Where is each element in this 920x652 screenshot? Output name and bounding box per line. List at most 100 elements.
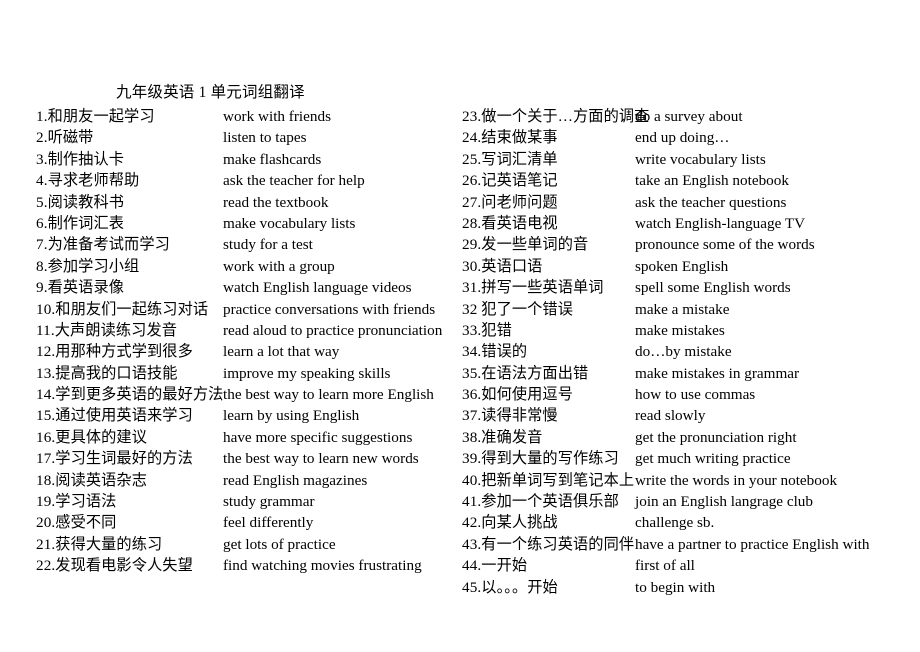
term-english: work with a group	[223, 257, 335, 275]
vocabulary-row: 24.结束做某事 end up doing…	[462, 127, 907, 148]
term-chinese: 1.和朋友一起学习	[36, 108, 155, 125]
document-page: 九年级英语 1 单元词组翻译 1.和朋友一起学习 work with friend…	[0, 0, 920, 652]
vocabulary-row: 14.学到更多英语的最好方法 the best way to learn more…	[36, 384, 451, 405]
term-chinese: 35.在语法方面出错	[462, 364, 589, 382]
vocabulary-row: 22.发现看电影令人失望 find watching movies frustra…	[36, 555, 451, 576]
term-chinese: 44.一开始	[462, 557, 528, 575]
term-chinese: 10.和朋友们一起练习对话	[36, 300, 209, 318]
term-chinese: 31.拼写一些英语单词	[462, 279, 604, 297]
vocabulary-row: 38.准确发音 get the pronunciation right	[462, 427, 907, 448]
vocabulary-row: 41.参加一个英语俱乐部 join an English langrage clu…	[462, 491, 907, 512]
term-chinese: 38.准确发音	[462, 428, 543, 446]
vocabulary-row: 1.和朋友一起学习 work with friends	[36, 106, 451, 127]
term-english: feel differently	[223, 514, 314, 532]
vocabulary-row: 43.有一个练习英语的同伴 have a partner to practice …	[462, 534, 907, 555]
term-english: get much writing practice	[635, 450, 791, 468]
vocabulary-row: 25.写词汇清单 write vocabulary lists	[462, 149, 907, 170]
term-chinese: 43.有一个练习英语的同伴	[462, 535, 635, 553]
term-chinese: 45.以。。。开始	[462, 578, 558, 596]
term-chinese: 36.如何使用逗号	[462, 386, 574, 404]
term-english: read English magazines	[223, 471, 368, 489]
term-english: spoken English	[635, 257, 729, 275]
term-chinese: 33.犯错	[462, 321, 512, 339]
term-chinese: 26.记英语笔记	[462, 172, 558, 190]
vocabulary-row: 29.发一些单词的音 pronounce some of the words	[462, 234, 907, 255]
vocabulary-row: 9.看英语录像 watch English language videos	[36, 277, 451, 298]
vocabulary-row: 33.犯错 make mistakes	[462, 320, 907, 341]
page-title: 九年级英语 1 单元词组翻译	[116, 84, 305, 101]
term-chinese: 16.更具体的建议	[36, 428, 148, 446]
term-english: watch English-language TV	[635, 214, 806, 232]
term-english: write the words in your notebook	[635, 471, 838, 489]
vocabulary-row: 31.拼写一些英语单词 spell some English words	[462, 277, 907, 298]
term-chinese: 37.读得非常慢	[462, 407, 558, 425]
term-english: ask the teacher questions	[635, 193, 787, 211]
term-chinese: 14.学到更多英语的最好方法	[36, 386, 224, 404]
vocabulary-row: 4.寻求老师帮助 ask the teacher for help	[36, 170, 451, 191]
vocabulary-row: 21.获得大量的练习 get lots of practice	[36, 534, 451, 555]
term-english: to begin with	[635, 578, 716, 596]
vocabulary-row: 16.更具体的建议 have more specific suggestions	[36, 427, 451, 448]
term-english: make a mistake	[635, 300, 730, 318]
term-english: have more specific suggestions	[223, 428, 413, 446]
vocabulary-row: 5.阅读教科书 read the textbook	[36, 192, 451, 213]
term-english: listen to tapes	[223, 129, 307, 147]
term-english: pronounce some of the words	[635, 236, 815, 254]
term-english: write vocabulary lists	[635, 150, 766, 168]
vocabulary-row: 6.制作词汇表 make vocabulary lists	[36, 213, 451, 234]
term-english: study grammar	[223, 493, 315, 511]
term-chinese: 9.看英语录像	[36, 279, 125, 297]
term-chinese: 23.做一个关于…方面的调查	[462, 108, 650, 125]
term-english: make flashcards	[223, 150, 322, 168]
term-english: get lots of practice	[223, 535, 336, 553]
term-english: practice conversations with friends	[223, 300, 436, 318]
vocabulary-row: 2.听磁带 listen to tapes	[36, 127, 451, 148]
vocabulary-row: 17.学习生词最好的方法 the best way to learn new wo…	[36, 448, 451, 469]
vocabulary-row: 10.和朋友们一起练习对话 practice conversations with…	[36, 299, 451, 320]
term-chinese: 30.英语口语	[462, 257, 543, 275]
term-chinese: 42.向某人挑战	[462, 514, 558, 532]
vocabulary-row: 30.英语口语 spoken English	[462, 256, 907, 277]
vocabulary-row: 12.用那种方式学到很多 learn a lot that way	[36, 341, 451, 362]
vocabulary-row: 44.一开始 first of all	[462, 555, 907, 576]
term-chinese: 11.大声朗读练习发音	[36, 321, 178, 339]
vocabulary-row: 8.参加学习小组 work with a group	[36, 256, 451, 277]
term-english: improve my speaking skills	[223, 364, 391, 382]
term-chinese: 2.听磁带	[36, 129, 94, 147]
term-chinese: 12.用那种方式学到很多	[36, 343, 193, 361]
term-english: spell some English words	[635, 279, 791, 297]
term-chinese: 39.得到大量的写作练习	[462, 450, 619, 468]
vocabulary-row: 27.问老师问题 ask the teacher questions	[462, 192, 907, 213]
term-english: do a survey about	[635, 108, 743, 125]
vocabulary-row: 45.以。。。开始 to begin with	[462, 577, 907, 598]
vocabulary-row: 20.感受不同 feel differently	[36, 512, 451, 533]
term-english: how to use commas	[635, 386, 756, 404]
vocabulary-row: 11.大声朗读练习发音 read aloud to practice pronun…	[36, 320, 451, 341]
term-english: get the pronunciation right	[635, 428, 797, 446]
term-english: learn a lot that way	[223, 343, 340, 361]
term-english: make vocabulary lists	[223, 214, 356, 232]
term-english: first of all	[635, 557, 695, 575]
term-english: make mistakes in grammar	[635, 364, 800, 382]
term-chinese: 8.参加学习小组	[36, 257, 140, 275]
term-chinese: 19.学习语法	[36, 493, 117, 511]
vocabulary-row: 19.学习语法 study grammar	[36, 491, 451, 512]
vocabulary-row: 35.在语法方面出错 make mistakes in grammar	[462, 363, 907, 384]
term-chinese: 20.感受不同	[36, 514, 117, 532]
vocabulary-row: 42.向某人挑战 challenge sb.	[462, 512, 907, 533]
term-english: learn by using English	[223, 407, 360, 425]
term-chinese: 22.发现看电影令人失望	[36, 557, 193, 575]
term-chinese: 5.阅读教科书	[36, 193, 125, 211]
term-chinese: 15.通过使用英语来学习	[36, 407, 193, 425]
term-english: the best way to learn more English	[223, 386, 434, 404]
vocabulary-row: 18.阅读英语杂志 read English magazines	[36, 470, 451, 491]
term-english: ask the teacher for help	[223, 172, 365, 190]
term-english: watch English language videos	[223, 279, 412, 297]
term-chinese: 18.阅读英语杂志	[36, 471, 148, 489]
term-chinese: 3.制作抽认卡	[36, 150, 125, 168]
term-chinese: 40.把新单词写到笔记本上	[462, 471, 635, 489]
term-english: do…by mistake	[635, 343, 732, 361]
vocabulary-row: 36.如何使用逗号 how to use commas	[462, 384, 907, 405]
term-english: have a partner to practice English with	[635, 535, 870, 553]
term-chinese: 6.制作词汇表	[36, 214, 125, 232]
